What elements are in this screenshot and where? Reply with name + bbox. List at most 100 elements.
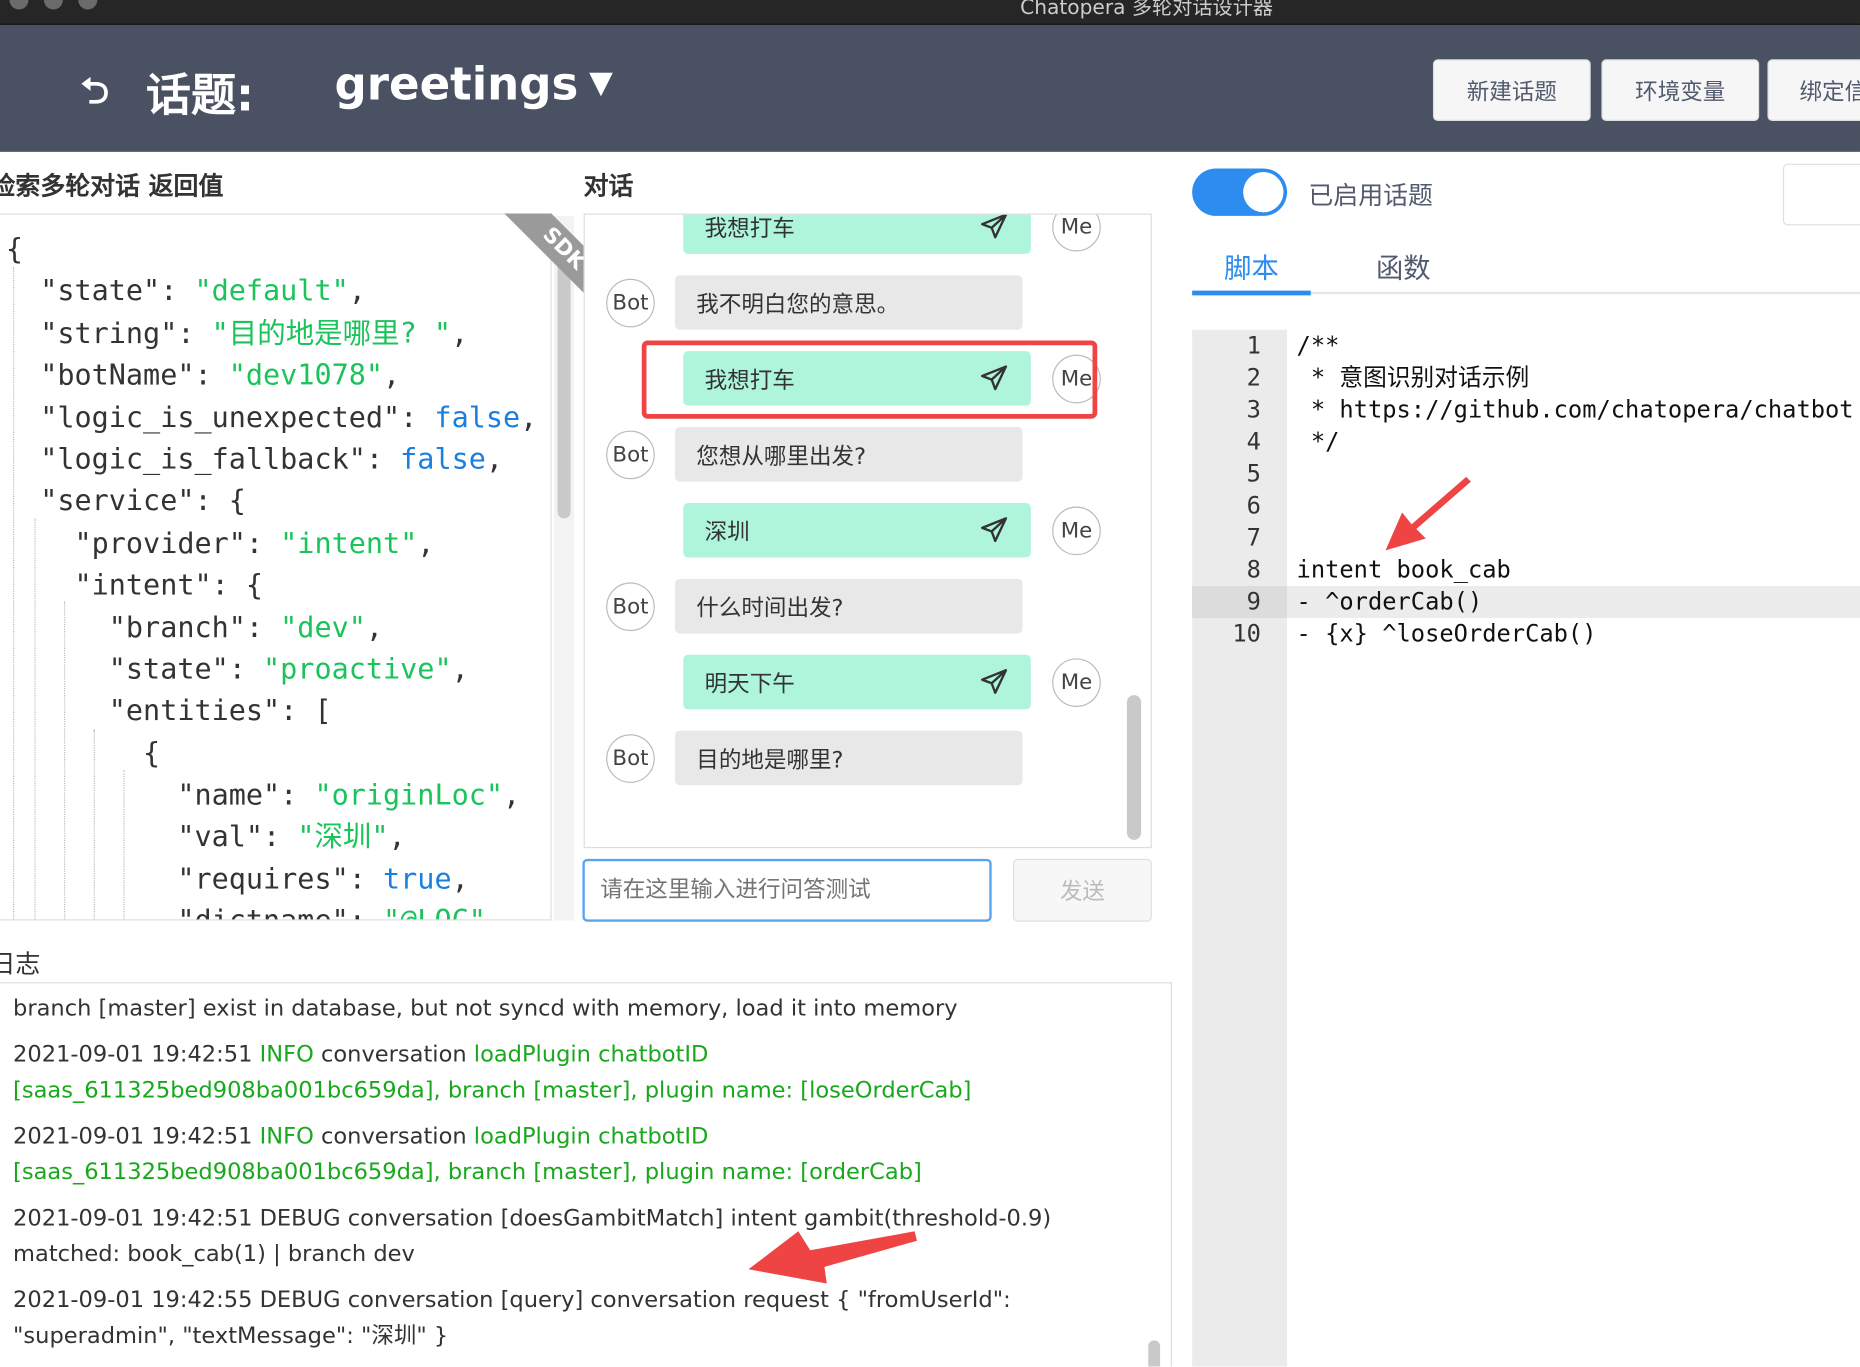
code-text: intent book_cab	[1296, 555, 1511, 584]
text-segment: "provider":	[5, 526, 281, 560]
json-line: "val": "深圳",	[6, 817, 550, 859]
log-viewer: branch [master] exist in database, but n…	[0, 982, 1172, 1367]
log-entry: 2021-09-01 19:42:51 INFO conversation lo…	[13, 1119, 1081, 1190]
code-line[interactable]: 4 */	[1192, 426, 1860, 458]
code-line[interactable]: 7	[1192, 522, 1860, 554]
text-segment: "branch":	[5, 610, 281, 644]
return-arrow-icon[interactable]: ⮌	[81, 65, 110, 125]
text-segment: "botName":	[5, 358, 229, 392]
send-icon[interactable]	[979, 516, 1010, 544]
user-message: 我想打车	[683, 214, 1031, 254]
maximize-window-button[interactable]	[78, 0, 98, 10]
text-segment: 2021-09-01 19:42:55 DEBUG conversation […	[13, 1287, 1011, 1349]
sdk-ribbon[interactable]: SDK	[498, 213, 584, 299]
json-line: "name": "originLoc",	[6, 775, 550, 817]
json-line: "state": "proactive",	[6, 649, 550, 691]
bot-avatar: Bot	[606, 734, 655, 783]
send-icon[interactable]	[979, 668, 1010, 696]
logs-title: 日志	[0, 950, 41, 979]
code-line[interactable]: 10 - {x} ^loseOrderCab()	[1192, 618, 1860, 650]
code-line[interactable]: 1 /**	[1192, 330, 1860, 362]
line-number: 9	[1246, 587, 1261, 616]
active-tab-indicator	[1192, 290, 1311, 296]
text-segment: "@LOC"	[383, 904, 486, 919]
red-arrow-annotation-icon	[748, 1231, 917, 1284]
log-scrollbar-thumb[interactable]	[1148, 1340, 1161, 1367]
text-segment: conversation	[313, 1041, 474, 1068]
json-line: {	[6, 733, 550, 775]
text-segment: ,	[348, 274, 366, 308]
code-text: - {x} ^loseOrderCab()	[1296, 619, 1597, 648]
result-json-viewer: { "state": "default", "string": "目的地是哪里?…	[0, 213, 552, 921]
bot-avatar: Bot	[606, 278, 655, 328]
code-line[interactable]: 9 - ^orderCab()	[1192, 585, 1860, 619]
message-text: 什么时间出发?	[696, 594, 844, 621]
highlight-box	[641, 340, 1098, 419]
message-text: 我想打车	[704, 215, 795, 242]
json-line: "intent": {	[6, 565, 550, 607]
text-segment: conversation	[313, 1123, 474, 1150]
send-icon[interactable]	[979, 214, 1010, 241]
chat-input[interactable]	[582, 858, 992, 922]
json-scrollbar-track[interactable]	[553, 215, 575, 921]
tab-functions[interactable]: 函数	[1376, 246, 1431, 286]
chat-scrollbar-thumb[interactable]	[1126, 695, 1142, 840]
line-number: 10	[1232, 619, 1261, 648]
topic-enabled-toggle[interactable]	[1192, 168, 1288, 216]
json-line: "logic_is_unexpected": false,	[6, 397, 550, 439]
log-entry: branch [master] exist in database, but n…	[13, 990, 1081, 1026]
code-line[interactable]: 6	[1192, 490, 1860, 522]
user-message: 深圳	[683, 502, 1031, 558]
topic-name: greetings	[334, 58, 579, 111]
me-avatar: Me	[1052, 214, 1101, 252]
code-line[interactable]: 2 * 意图识别对话示例	[1192, 362, 1860, 394]
text-segment: "entities": [	[5, 694, 332, 728]
text-segment: "originLoc"	[314, 778, 504, 812]
env-variables-button[interactable]: 环境变量	[1601, 59, 1760, 121]
code-line[interactable]: 3 * https://github.com/chatopera/chatbot	[1192, 394, 1860, 426]
topic-selector[interactable]: greetings ▼	[335, 58, 613, 110]
text-segment: "深圳"	[297, 820, 389, 854]
message-text: 您想从哪里出发?	[696, 443, 867, 470]
line-number: 1	[1246, 330, 1261, 360]
text-segment: "default"	[194, 274, 349, 308]
text-segment: false	[400, 442, 486, 476]
message-text: 明天下午	[704, 670, 795, 697]
message-text: 深圳	[704, 518, 750, 546]
text-segment: "string":	[5, 316, 212, 350]
line-number: 7	[1246, 523, 1261, 552]
minimize-window-button[interactable]	[43, 0, 63, 10]
new-topic-button[interactable]: 新建话题	[1432, 59, 1591, 121]
json-line: "requires": true,	[6, 859, 550, 901]
right-field[interactable]	[1782, 163, 1860, 226]
line-number: 2	[1246, 362, 1261, 392]
json-line: "string": "目的地是哪里? ",	[6, 313, 550, 355]
text-segment: "requires":	[5, 862, 384, 896]
close-window-button[interactable]	[9, 0, 29, 10]
code-line[interactable]: 5	[1192, 458, 1860, 490]
text-segment: "intent"	[280, 526, 418, 560]
text-segment: branch [master] exist in database, but n…	[13, 995, 958, 1022]
text-segment: ,	[383, 358, 401, 392]
message-text: 目的地是哪里?	[696, 746, 844, 773]
script-editor[interactable]: 1/** 2 * 意图识别对话示例 3 * https://github.com/c…	[1192, 329, 1860, 1367]
text-segment: "dictname":	[6, 904, 383, 919]
text-segment: ,	[485, 442, 504, 476]
json-line: "entities": [	[6, 691, 550, 733]
bot-avatar: Bot	[606, 582, 655, 632]
bot-avatar: Bot	[606, 430, 655, 480]
code-line[interactable]: 8 intent book_cab	[1192, 554, 1860, 586]
code-text: */	[1296, 427, 1340, 456]
app-header: ⮌ 话题: greetings ▼ 新建话题 环境变量 绑定信	[0, 24, 1860, 152]
bind-button[interactable]: 绑定信	[1767, 59, 1860, 121]
text-segment: 2021-09-01 19:42:51	[13, 1123, 260, 1150]
text-segment: INFO	[259, 1123, 314, 1150]
topic-label: 话题:	[145, 68, 255, 121]
send-button[interactable]: 发送	[1013, 858, 1152, 922]
text-segment: {	[5, 232, 24, 266]
json-line: "provider": "intent",	[6, 523, 550, 565]
window-titlebar: Chatopera 多轮对话设计器	[0, 0, 1860, 25]
text-segment: "name":	[5, 778, 315, 812]
tab-script[interactable]: 脚本	[1224, 246, 1279, 286]
message-text: 我不明白您的意思。	[696, 291, 900, 318]
